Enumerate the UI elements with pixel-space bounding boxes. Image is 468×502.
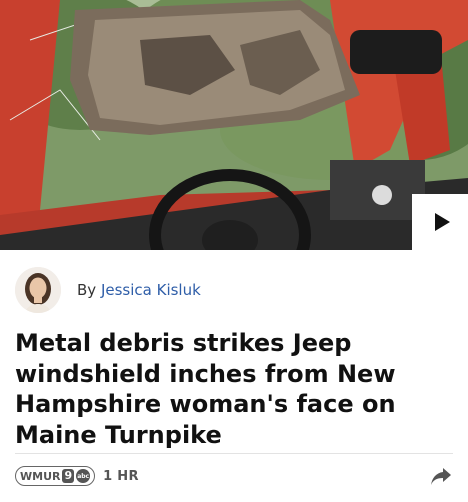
author-avatar[interactable] [15,267,61,313]
share-icon [431,468,451,485]
station-logo-number: 9 [62,469,75,483]
play-icon [434,213,450,231]
author-portrait [15,267,61,313]
play-video-button[interactable] [412,194,468,250]
station-logo: WMUR 9 abc [15,466,96,486]
news-card[interactable]: By Jessica Kisluk Metal debris strikes J… [0,0,468,502]
byline: By Jessica Kisluk [15,264,201,316]
share-button[interactable] [429,464,453,488]
author-link[interactable]: Jessica Kisluk [101,281,201,299]
publish-time: 1 HR [103,468,139,484]
article-headline[interactable]: Metal debris strikes Jeep windshield inc… [15,328,455,450]
byline-text: By Jessica Kisluk [77,281,201,299]
byline-prefix: By [77,281,97,299]
windshield-photo [0,0,468,250]
abc-network-logo: abc [76,469,91,483]
divider [15,453,453,454]
article-thumbnail[interactable] [0,0,468,250]
station-logo-text: WMUR [20,469,61,483]
card-footer: WMUR 9 abc 1 HR [15,462,453,490]
